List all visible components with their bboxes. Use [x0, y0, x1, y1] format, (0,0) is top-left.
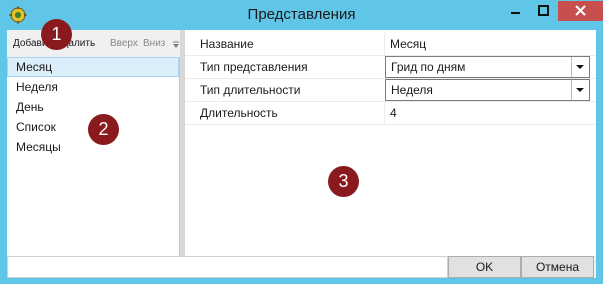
dropdown-button[interactable] [571, 57, 589, 77]
property-name: Тип длительности [200, 83, 301, 97]
toolbar-overflow-icon[interactable] [172, 41, 180, 49]
property-name: Тип представления [200, 60, 308, 74]
maximize-icon [538, 5, 549, 16]
minimize-button[interactable] [502, 1, 529, 21]
close-icon [575, 5, 586, 16]
dropdown-button[interactable] [571, 80, 589, 100]
callout-badge: 2 [88, 114, 119, 145]
callout-badge: 1 [41, 19, 72, 50]
property-row: Тип представления Грид по дням [185, 55, 596, 79]
ok-button[interactable]: OK [448, 256, 521, 278]
duration-value-field[interactable]: 4 [390, 106, 397, 120]
list-item[interactable]: День [7, 97, 179, 117]
dialog-body: Добави Удалить Вверх Вниз Месяц Неделя Д… [7, 30, 596, 278]
column-divider [384, 32, 385, 55]
views-panel: Добави Удалить Вверх Вниз Месяц Неделя Д… [7, 30, 183, 256]
views-toolbar: Добави Удалить Вверх Вниз [7, 30, 183, 57]
property-row: Длительность 4 [185, 101, 596, 125]
view-type-dropdown[interactable]: Грид по дням [385, 56, 590, 78]
property-row: Название Месяц [185, 32, 596, 56]
dropdown-value: Неделя [391, 83, 433, 97]
status-field [7, 256, 448, 278]
property-grid: Название Месяц Тип представления Грид по… [185, 30, 596, 256]
cancel-button[interactable]: Отмена [521, 256, 594, 278]
close-button[interactable] [558, 1, 603, 21]
maximize-button[interactable] [530, 1, 557, 21]
list-item[interactable]: Неделя [7, 77, 179, 97]
dropdown-value: Грид по дням [391, 60, 466, 74]
title-bar: Представления [0, 0, 603, 30]
list-item[interactable]: Месяц [7, 57, 179, 77]
column-divider [384, 101, 385, 124]
button-bar: OK Отмена [7, 256, 596, 278]
property-row: Тип длительности Неделя [185, 78, 596, 102]
name-value-field[interactable]: Месяц [390, 37, 426, 51]
minimize-icon [511, 12, 520, 14]
callout-badge: 3 [328, 166, 359, 197]
chevron-down-icon [576, 65, 584, 69]
property-name: Название [200, 37, 254, 51]
views-list: Месяц Неделя День Список Месяцы [7, 57, 179, 157]
property-name: Длительность [200, 106, 278, 120]
chevron-down-icon [576, 88, 584, 92]
move-up-button[interactable]: Вверх [110, 38, 138, 49]
duration-type-dropdown[interactable]: Неделя [385, 79, 590, 101]
move-down-button[interactable]: Вниз [143, 38, 165, 49]
